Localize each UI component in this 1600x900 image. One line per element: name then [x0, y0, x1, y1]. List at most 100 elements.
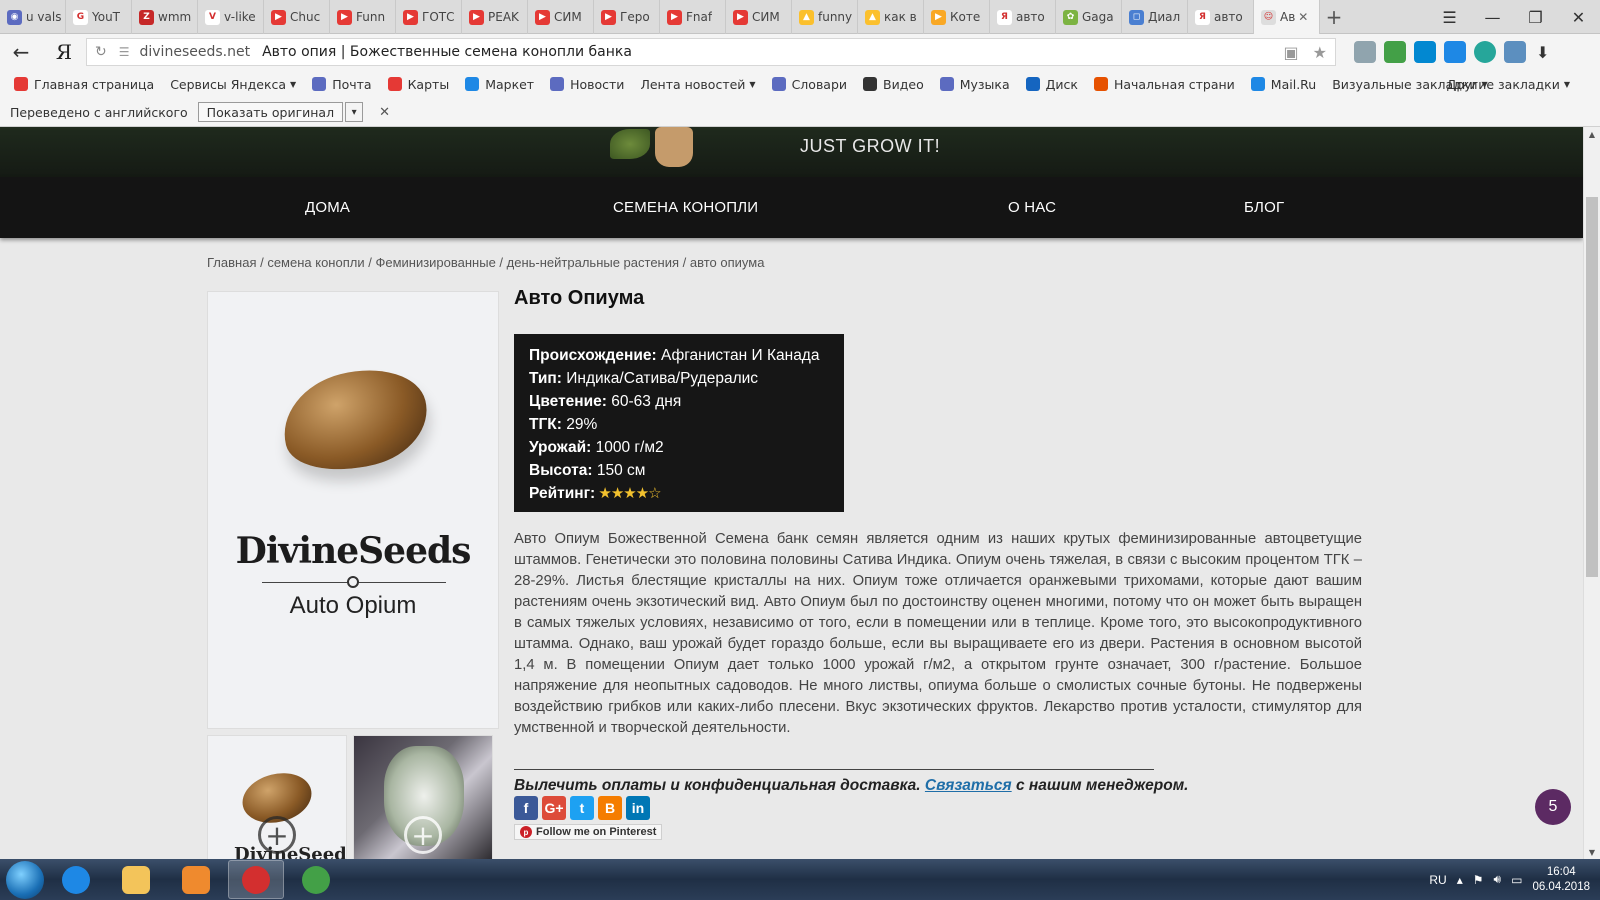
tab-close-icon[interactable]: ✕: [1298, 10, 1308, 24]
screenshot-extension-icon[interactable]: [1504, 41, 1526, 63]
bookmark-item[interactable]: Главная страница: [14, 77, 154, 92]
browser-tab[interactable]: ☺ Ав ✕: [1254, 0, 1320, 34]
bookmark-item[interactable]: Сервисы Яндекса ▼: [170, 77, 296, 92]
blogger-share-icon[interactable]: B: [598, 796, 622, 820]
other-bookmarks[interactable]: Другие закладки ▼: [1447, 77, 1570, 92]
bookmark-star-icon[interactable]: ★: [1313, 43, 1327, 62]
breadcrumb-seeds[interactable]: семена конопли: [267, 255, 364, 270]
browser-tab[interactable]: G YouT: [66, 0, 132, 34]
browser-tab[interactable]: ▶ Коте: [924, 0, 990, 34]
downloads-icon[interactable]: ⬇: [1536, 43, 1549, 62]
browser-tab[interactable]: ▶ Funn: [330, 0, 396, 34]
restore-button[interactable]: ❐: [1514, 0, 1557, 34]
browser-tab[interactable]: Vv-like: [198, 0, 264, 34]
yandex-logo-button[interactable]: Я: [42, 40, 86, 64]
bookmark-item[interactable]: Почта: [312, 77, 372, 92]
linkedin-share-icon[interactable]: in: [626, 796, 650, 820]
tab-label: СИМ: [752, 10, 780, 24]
tab-strip: ◉ u vals G YouT Zwmm Vv-like ▶ Chuc ▶ Funn ▶ ГОТС ▶ P…: [0, 0, 1600, 34]
spec-value: 150 см: [596, 462, 646, 479]
page-scrollbar[interactable]: ▲ ▼: [1583, 127, 1600, 859]
network-icon[interactable]: ▭: [1511, 873, 1522, 887]
close-window-button[interactable]: ✕: [1557, 0, 1600, 34]
bookmark-item[interactable]: Маркет: [465, 77, 534, 92]
browser-tab[interactable]: ▲ как в: [858, 0, 924, 34]
zoom-plus-icon[interactable]: +: [258, 816, 296, 854]
new-tab-button[interactable]: +: [1320, 0, 1348, 34]
breadcrumb-feminized[interactable]: Феминизированные: [375, 255, 495, 270]
browser-tab[interactable]: ▶ ГОТС: [396, 0, 462, 34]
url-field[interactable]: ↻ ☰ divineseeds.net Авто опия | Божестве…: [86, 38, 1336, 66]
bookmark-item[interactable]: Музыка: [939, 77, 1010, 92]
nav-item-blog[interactable]: БЛОГ: [1244, 199, 1284, 216]
bookmark-item[interactable]: Диск: [1025, 77, 1078, 92]
facebook-share-icon[interactable]: f: [514, 796, 538, 820]
nav-item-home[interactable]: ДОМА: [305, 199, 350, 216]
nav-item-seeds[interactable]: СЕМЕНА КОНОПЛИ: [613, 199, 758, 216]
bookmark-item[interactable]: Видео: [863, 77, 924, 92]
browser-tab[interactable]: ▶ Chuc: [264, 0, 330, 34]
show-original-button[interactable]: Показать оригинал: [197, 102, 344, 122]
news-extension-icon[interactable]: [1444, 41, 1466, 63]
show-hidden-icons[interactable]: ▴: [1457, 873, 1463, 887]
browser-tab[interactable]: ▲ funny: [792, 0, 858, 34]
tab-favicon-icon: ☺: [1261, 9, 1276, 25]
browser-tab[interactable]: ◉ u vals: [0, 0, 66, 34]
translate-options-dropdown[interactable]: ▾: [345, 102, 364, 122]
taskbar-explorer[interactable]: [108, 860, 164, 899]
bookmark-item[interactable]: Лента новостей ▼: [640, 77, 755, 92]
browser-tab[interactable]: Яавто: [1188, 0, 1254, 34]
taskbar-ie[interactable]: [48, 860, 104, 899]
browser-tab[interactable]: ▶ СИМ: [528, 0, 594, 34]
browser-tab[interactable]: ▶ СИМ: [726, 0, 792, 34]
system-clock[interactable]: 16:04 06.04.2018: [1532, 865, 1590, 895]
browser-tab[interactable]: Zwmm: [132, 0, 198, 34]
bookmark-item[interactable]: Словари: [771, 77, 847, 92]
lock-icon[interactable]: ▣: [1284, 43, 1299, 62]
pinterest-follow-button[interactable]: p Follow me on Pinterest: [514, 824, 663, 840]
flag-icon[interactable]: ⚑: [1473, 873, 1484, 887]
scroll-up-arrow-icon[interactable]: ▲: [1584, 127, 1600, 141]
bookmark-item[interactable]: Карты: [387, 77, 449, 92]
twitter-share-icon[interactable]: t: [570, 796, 594, 820]
browser-tab[interactable]: ▶ Fnaf: [660, 0, 726, 34]
page-info-icon[interactable]: ☰: [119, 45, 130, 59]
browser-tab[interactable]: ▶ Геро: [594, 0, 660, 34]
scroll-down-arrow-icon[interactable]: ▼: [1584, 845, 1600, 859]
minimize-button[interactable]: —: [1471, 0, 1514, 34]
contact-link[interactable]: Связаться: [925, 777, 1012, 794]
sync-extension-icon[interactable]: [1474, 41, 1496, 63]
browser-tab[interactable]: ◻ Диал: [1122, 0, 1188, 34]
taskbar-globe[interactable]: [288, 860, 344, 899]
language-indicator[interactable]: RU: [1429, 873, 1446, 887]
search-extension-icon[interactable]: [1354, 41, 1376, 63]
start-button[interactable]: [6, 860, 44, 899]
scrollbar-thumb[interactable]: [1586, 197, 1598, 577]
breadcrumb-autoflower[interactable]: день-нейтральные растения: [507, 255, 679, 270]
site-logo[interactable]: [600, 127, 710, 167]
volume-icon[interactable]: 🔊︎: [1494, 872, 1502, 887]
skype-extension-icon[interactable]: [1414, 41, 1436, 63]
product-thumbnail-seed[interactable]: DivineSeeds +: [207, 735, 347, 859]
spec-value: 60-63 дня: [611, 393, 682, 410]
browser-tab[interactable]: ▶ PEAK: [462, 0, 528, 34]
close-translate-bar-icon[interactable]: ✕: [379, 105, 390, 120]
bookmark-item[interactable]: Начальная страни: [1093, 77, 1235, 92]
menu-icon[interactable]: ☰: [1428, 0, 1471, 34]
back-button[interactable]: ←: [0, 34, 42, 70]
browser-tab[interactable]: Яавто: [990, 0, 1056, 34]
reload-icon[interactable]: ↻: [95, 44, 107, 60]
nav-item-about[interactable]: О НАС: [1008, 199, 1056, 216]
download-extension-icon[interactable]: [1384, 41, 1406, 63]
chat-widget-button[interactable]: 5: [1535, 789, 1571, 825]
product-main-image[interactable]: DivineSeeds Auto Opium: [207, 291, 499, 729]
bookmark-item[interactable]: Mail.Ru: [1250, 77, 1316, 92]
google-plus-share-icon[interactable]: G+: [542, 796, 566, 820]
bookmark-item[interactable]: Новости: [550, 77, 624, 92]
zoom-plus-icon[interactable]: +: [404, 816, 442, 854]
taskbar-media[interactable]: [168, 860, 224, 899]
product-thumbnail-bud[interactable]: +: [353, 735, 493, 859]
breadcrumb-home[interactable]: Главная: [207, 255, 256, 270]
taskbar-yandex-browser[interactable]: [228, 860, 284, 899]
browser-tab[interactable]: ✿ Gaga: [1056, 0, 1122, 34]
